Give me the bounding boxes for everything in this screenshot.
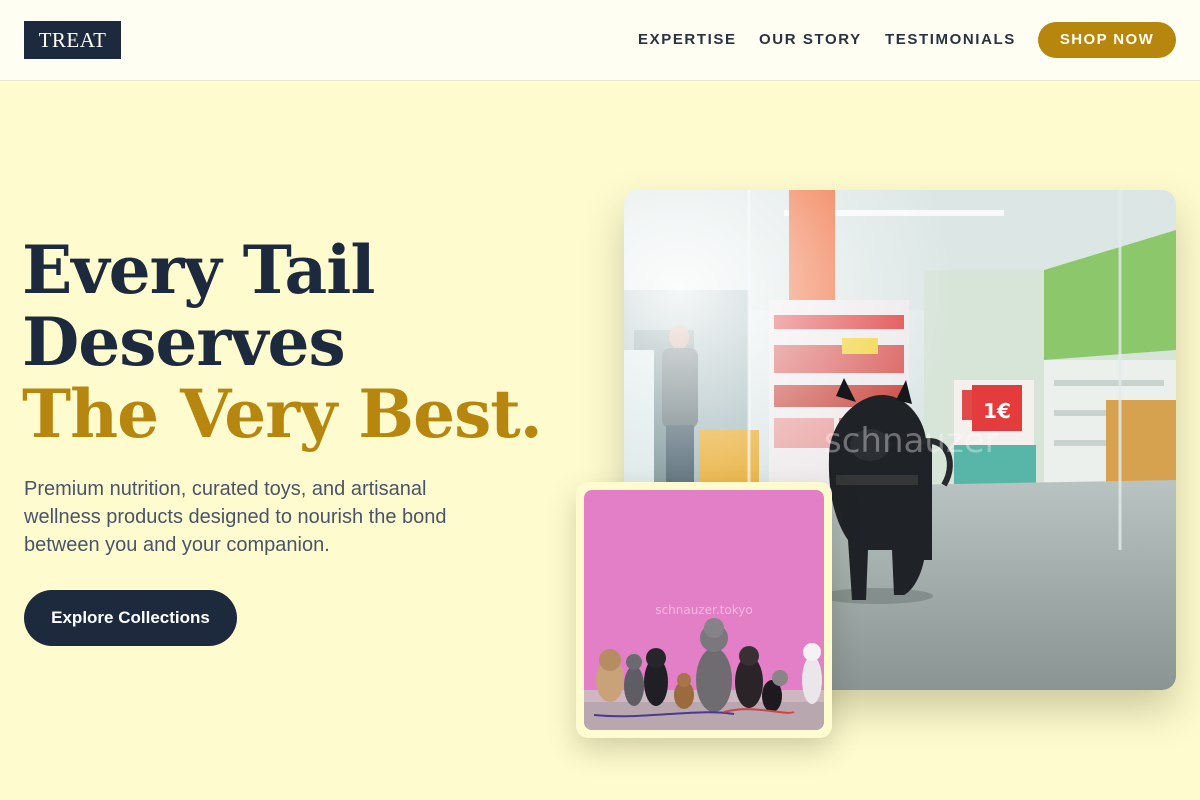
headline-line-1: Every Tail	[22, 231, 375, 309]
headline-line-2: Deserves	[22, 303, 346, 381]
site-header: TREAT EXPERTISE OUR STORY TESTIMONIALS S…	[0, 0, 1200, 81]
dogs-pink-wall-photo: schnauzer.tokyo	[584, 490, 824, 730]
inset-photo-watermark: schnauzer.tokyo	[655, 603, 752, 617]
nav-link-testimonials[interactable]: TESTIMONIALS	[885, 31, 1016, 48]
hero-description: Premium nutrition, curated toys, and art…	[24, 478, 447, 556]
main-photo-watermark: schnauzer	[824, 421, 999, 461]
main-nav: EXPERTISE OUR STORY TESTIMONIALS	[0, 31, 1200, 49]
inset-photo-frame: schnauzer.tokyo	[576, 482, 832, 738]
shop-now-button[interactable]: SHOP NOW	[1038, 22, 1176, 58]
nav-link-expertise[interactable]: EXPERTISE	[638, 31, 737, 48]
explore-collections-button[interactable]: Explore Collections	[24, 590, 237, 646]
nav-link-our-story[interactable]: OUR STORY	[759, 31, 862, 48]
hero-headline: Every Tail Deserves The Very Best.	[22, 234, 582, 450]
headline-accent: The Very Best.	[22, 375, 543, 453]
